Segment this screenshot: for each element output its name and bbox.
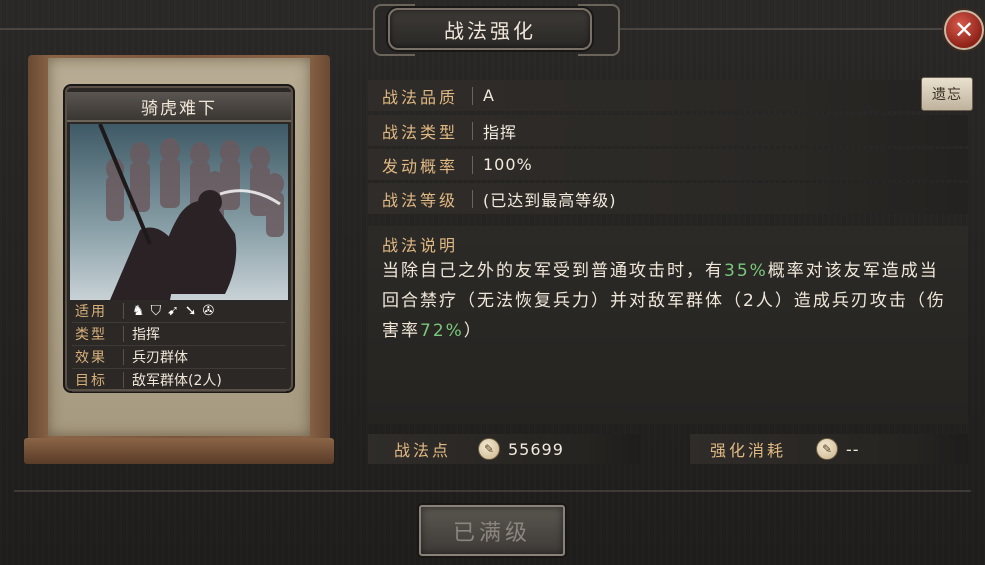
chariot-icon: ✇ xyxy=(202,303,215,319)
card-row-type: 类型 指挥 xyxy=(72,323,286,346)
card-row-value: 敌军群体(2人) xyxy=(132,373,222,389)
divider xyxy=(472,121,473,140)
points-label: 战法点 xyxy=(394,441,452,460)
points-coin-icon: ✎ xyxy=(478,438,500,460)
rate-label: 发动概率 xyxy=(382,156,459,176)
rate-value: 100% xyxy=(483,155,533,174)
card-attributes: 适用 ♞ ⛉ ➹ ➘ ✇ 类型 指挥 效果 兵刃群体 目标 敌军群体(2人) xyxy=(72,300,286,392)
card-row-applicable: 适用 ♞ ⛉ ➹ ➘ ✇ xyxy=(72,300,286,323)
damage-rate: 72% xyxy=(420,321,464,341)
description-part: ） xyxy=(463,321,483,341)
quality-label: 战法品质 xyxy=(382,87,459,107)
troop-types: ♞ ⛉ ➹ ➘ ✇ xyxy=(132,303,214,319)
level-label: 战法等级 xyxy=(382,190,459,210)
cavalry-icon: ♞ xyxy=(132,303,145,319)
cost-value: -- xyxy=(846,439,860,459)
quality-row: 战法品质 A xyxy=(368,80,968,111)
upgrade-cost: 强化消耗 ✎ -- xyxy=(690,434,968,464)
card-row-value: 兵刃群体 xyxy=(132,350,188,366)
cost-coin-icon: ✎ xyxy=(816,438,838,460)
divider xyxy=(472,155,473,174)
type-value: 指挥 xyxy=(483,122,518,142)
close-icon: ✕ xyxy=(953,16,975,44)
divider xyxy=(472,86,473,105)
shield-icon: ⛉ xyxy=(150,303,162,319)
tactic-card: 骑虎难下 适用 ♞ ⛉ ➹ ➘ ✇ 类型 指挥 效果 兵刃群体 目标 敌军群体(… xyxy=(65,86,293,392)
points-value: 55699 xyxy=(508,439,564,459)
type-label: 战法类型 xyxy=(382,122,459,142)
card-title: 骑虎难下 xyxy=(67,92,291,122)
level-row: 战法等级 (已达到最高等级) xyxy=(368,183,968,214)
close-button[interactable]: ✕ xyxy=(944,10,984,50)
quality-value: A xyxy=(483,86,495,105)
spear-icon: ➘ xyxy=(184,303,197,319)
max-level-button[interactable]: 已满级 xyxy=(419,505,565,556)
trigger-chance: 35% xyxy=(724,261,768,281)
scroll-roller xyxy=(24,438,334,464)
card-row-target: 目标 敌军群体(2人) xyxy=(72,369,286,392)
trigger-rate-row: 发动概率 100% xyxy=(368,149,968,180)
divider xyxy=(123,372,124,388)
description-text: 当除自己之外的友军受到普通攻击时，有35%概率对该友军造成当回合禁疗（无法恢复兵… xyxy=(382,256,952,346)
bottom-divider xyxy=(14,490,971,492)
description-panel: 战法说明 当除自己之外的友军受到普通攻击时，有35%概率对该友军造成当回合禁疗（… xyxy=(368,226,968,424)
tactic-points: 战法点 ✎ 55699 xyxy=(368,434,640,464)
card-row-label: 适用 xyxy=(75,304,107,320)
bow-icon: ➹ xyxy=(167,303,179,319)
forget-button[interactable]: 遗忘 xyxy=(921,77,973,111)
divider xyxy=(123,349,124,365)
description-part: 当除自己之外的友军受到普通攻击时，有 xyxy=(382,261,724,281)
divider xyxy=(472,189,473,208)
card-illustration-art xyxy=(70,123,288,300)
cost-label: 强化消耗 xyxy=(710,441,787,460)
card-row-label: 类型 xyxy=(75,327,107,343)
card-row-label: 目标 xyxy=(75,373,107,389)
divider xyxy=(123,326,124,342)
window-title: 战法强化 xyxy=(388,8,592,50)
card-row-effect: 效果 兵刃群体 xyxy=(72,346,286,369)
card-row-label: 效果 xyxy=(75,350,107,366)
divider xyxy=(123,303,124,319)
card-row-value: 指挥 xyxy=(132,327,160,343)
type-row: 战法类型 指挥 xyxy=(368,115,968,146)
description-title: 战法说明 xyxy=(382,236,459,255)
level-value: (已达到最高等级) xyxy=(483,190,617,210)
